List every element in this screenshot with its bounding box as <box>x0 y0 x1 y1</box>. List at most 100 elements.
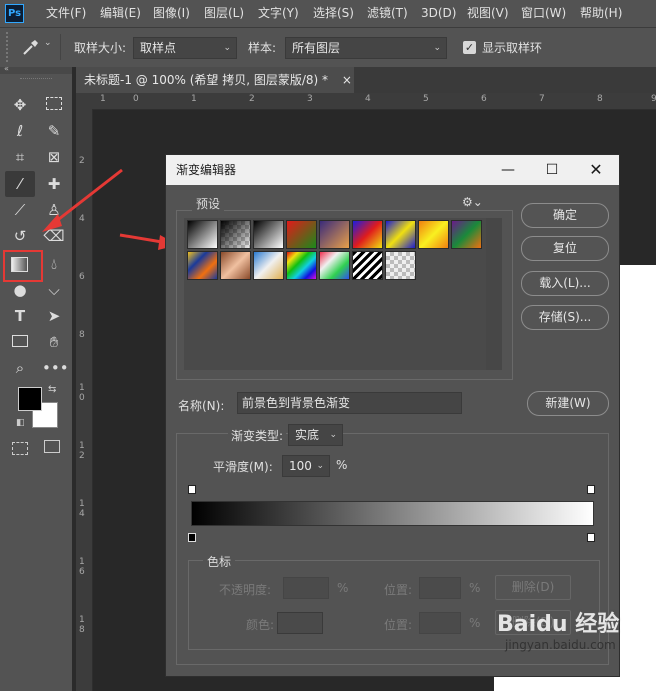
preset-swatch[interactable] <box>418 220 449 249</box>
document-tab[interactable]: 未标题-1 @ 100% (希望 拷贝, 图层蒙版/8) * × <box>76 67 354 93</box>
menu-edit[interactable]: 编辑(E) <box>100 0 141 27</box>
menu-window[interactable]: 窗口(W) <box>521 0 566 27</box>
sample-select[interactable]: 所有图层 ⌄ <box>285 37 447 59</box>
load-button[interactable]: 载入(L)... <box>521 271 609 296</box>
quick-mask-icon[interactable] <box>12 442 28 455</box>
crop-tool-icon[interactable]: ⌗ <box>8 146 32 168</box>
chevron-down-icon: ⌄ <box>223 43 231 53</box>
preset-swatch[interactable] <box>286 220 317 249</box>
preset-swatch[interactable] <box>385 251 416 280</box>
healing-brush-tool-icon[interactable]: ✚ <box>42 173 66 195</box>
menu-view[interactable]: 视图(V) <box>467 0 509 27</box>
vertical-ruler[interactable]: 2 4 6 8 1 0 1 2 1 4 1 6 1 8 <box>76 109 93 691</box>
dialog-title-bar[interactable]: 渐变编辑器 — ☐ ✕ <box>166 155 619 185</box>
preset-swatch[interactable] <box>220 251 251 280</box>
color-position-input[interactable] <box>419 612 461 634</box>
eyedropper-tool-preset-icon[interactable] <box>20 37 42 57</box>
dodge-tool-icon[interactable]: ● <box>8 279 32 301</box>
preset-swatch[interactable] <box>253 220 284 249</box>
screen-mode-icon[interactable] <box>44 440 60 453</box>
path-selection-tool-icon[interactable]: ➤ <box>42 305 66 327</box>
color-swatch-input[interactable] <box>277 612 323 634</box>
quick-selection-tool-icon[interactable]: ✎ <box>42 120 66 142</box>
save-button[interactable]: 存储(S)... <box>521 305 609 330</box>
show-ring-checkbox[interactable]: ✓ <box>463 41 476 54</box>
menu-select[interactable]: 选择(S) <box>313 0 354 27</box>
menu-type[interactable]: 文字(Y) <box>258 0 299 27</box>
rectangle-tool-icon[interactable] <box>8 331 32 353</box>
preset-swatch[interactable] <box>352 251 383 280</box>
name-field[interactable]: 前景色到背景色渐变 <box>237 392 462 414</box>
new-button[interactable]: 新建(W) <box>527 391 609 416</box>
opacity-stop-right[interactable] <box>587 485 595 494</box>
default-colors-icon[interactable]: ◧ <box>16 418 25 428</box>
photoshop-logo[interactable]: Ps <box>5 4 24 23</box>
smoothness-input[interactable]: 100 ⌄ <box>282 455 330 477</box>
menu-3d[interactable]: 3D(D) <box>421 0 456 27</box>
horizontal-ruler[interactable]: 1 0 1 2 3 4 5 6 7 8 9 <box>76 93 656 110</box>
more-tools-icon[interactable]: ••• <box>42 357 69 379</box>
menu-help[interactable]: 帮助(H) <box>580 0 622 27</box>
minimize-icon[interactable]: — <box>488 155 528 185</box>
preset-swatch[interactable] <box>286 251 317 280</box>
preset-swatch[interactable] <box>220 220 251 249</box>
toolbox: ✥ ℓ ✎ ⌗ ⊠ ⁄ ✚ ⟋ ♙ ↺ ⌫ 💧︎ ● ⌵ T ➤ ✋︎ ⌕ ••… <box>0 74 72 691</box>
clone-stamp-tool-icon[interactable]: ♙ <box>42 199 66 221</box>
pen-tool-icon[interactable]: ⌵ <box>42 279 66 301</box>
menu-image[interactable]: 图像(I) <box>153 0 190 27</box>
chevron-down-icon[interactable]: ⌄ <box>44 38 52 48</box>
eraser-tool-icon[interactable]: ⌫ <box>42 225 66 247</box>
close-icon[interactable]: × <box>342 73 352 87</box>
delete-opacity-stop-button[interactable]: 删除(D) <box>495 575 571 600</box>
preset-swatch[interactable] <box>319 251 350 280</box>
color-position-label: 位置: <box>384 618 413 632</box>
preset-swatch[interactable] <box>352 220 383 249</box>
opacity-stop-left[interactable] <box>188 485 196 494</box>
menu-filter[interactable]: 滤镜(T) <box>367 0 408 27</box>
gradient-tool-icon[interactable] <box>11 257 28 272</box>
options-bar-grip[interactable] <box>6 32 10 62</box>
color-stop-right[interactable] <box>587 533 595 542</box>
move-tool-icon[interactable]: ✥ <box>8 94 32 116</box>
lasso-tool-icon[interactable]: ℓ <box>8 120 32 142</box>
brush-tool-icon[interactable]: ⟋ <box>8 199 32 221</box>
toolbox-grip[interactable] <box>20 78 52 82</box>
type-tool-icon[interactable]: T <box>8 305 32 327</box>
collapse-icon[interactable]: « <box>4 64 9 73</box>
smoothness-unit: % <box>336 458 348 472</box>
presets-grid <box>184 218 486 370</box>
eyedropper-tool-icon[interactable]: ⁄ <box>8 173 32 195</box>
reset-button[interactable]: 复位 <box>521 236 609 261</box>
foreground-color-swatch[interactable] <box>18 387 42 411</box>
gear-icon[interactable]: ⚙︎⌄ <box>462 195 483 209</box>
close-icon[interactable]: ✕ <box>576 155 616 185</box>
color-stop-left[interactable] <box>188 533 196 542</box>
preset-swatch[interactable] <box>319 220 350 249</box>
zoom-tool-icon[interactable]: ⌕ <box>8 357 32 379</box>
ok-button[interactable]: 确定 <box>521 203 609 228</box>
marquee-tool-icon[interactable] <box>42 94 66 116</box>
opacity-position-input[interactable] <box>419 577 461 599</box>
preset-swatch[interactable] <box>451 220 482 249</box>
sample-size-select[interactable]: 取样点 ⌄ <box>133 37 237 59</box>
hand-tool-icon[interactable]: ✋︎ <box>42 331 66 353</box>
preset-swatch[interactable] <box>253 251 284 280</box>
preset-swatch[interactable] <box>385 220 416 249</box>
menu-layer[interactable]: 图层(L) <box>204 0 244 27</box>
ruler-v-label: 6 <box>79 272 85 282</box>
swap-colors-icon[interactable]: ⇆ <box>48 384 56 395</box>
frame-tool-icon[interactable]: ⊠ <box>42 146 66 168</box>
opacity-position-unit: % <box>469 581 481 595</box>
ruler-h-label: 3 <box>307 94 313 104</box>
menu-file[interactable]: 文件(F) <box>46 0 86 27</box>
history-brush-tool-icon[interactable]: ↺ <box>8 225 32 247</box>
opacity-input[interactable] <box>283 577 329 599</box>
blur-tool-icon[interactable]: 💧︎ <box>42 253 66 275</box>
preset-swatch[interactable] <box>187 251 218 280</box>
preset-swatch[interactable] <box>187 220 218 249</box>
menu-bar: Ps 文件(F) 编辑(E) 图像(I) 图层(L) 文字(Y) 选择(S) 滤… <box>0 0 656 27</box>
maximize-icon[interactable]: ☐ <box>532 155 572 185</box>
presets-scrollbar[interactable] <box>486 218 502 370</box>
gradient-type-select[interactable]: 实底 ⌄ <box>288 424 343 446</box>
gradient-preview-bar[interactable] <box>191 501 594 526</box>
